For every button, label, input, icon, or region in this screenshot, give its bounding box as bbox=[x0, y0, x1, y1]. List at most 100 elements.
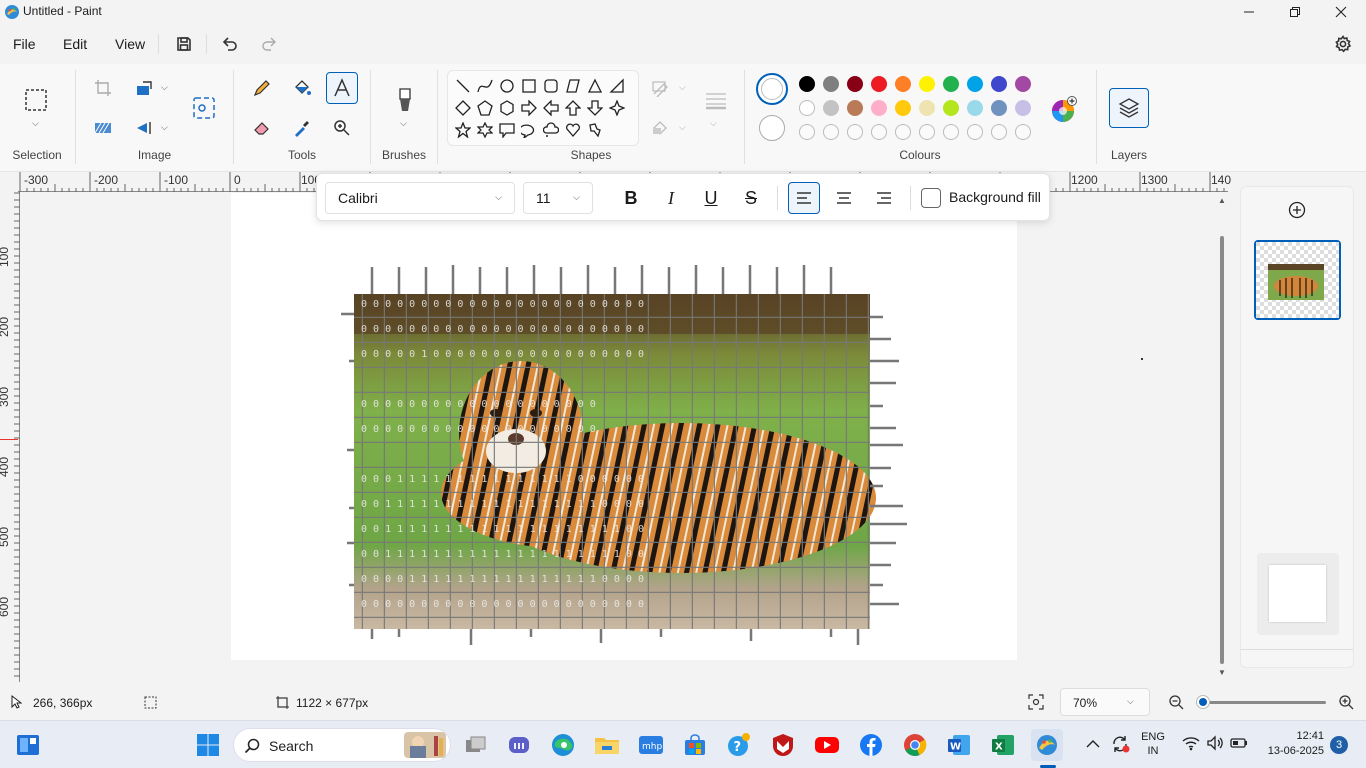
colour-swatch[interactable] bbox=[895, 76, 911, 92]
shape-rectangle[interactable] bbox=[518, 75, 540, 97]
colour-swatch[interactable] bbox=[847, 76, 863, 92]
add-layer-button[interactable] bbox=[1288, 201, 1306, 219]
redo-button[interactable] bbox=[256, 32, 282, 56]
colour-swatch[interactable] bbox=[991, 76, 1007, 92]
color-picker-button[interactable] bbox=[286, 112, 318, 144]
colour-swatch[interactable] bbox=[967, 76, 983, 92]
edit-colours-button[interactable] bbox=[1050, 96, 1078, 124]
shape-triangle[interactable] bbox=[584, 75, 606, 97]
facebook-button[interactable] bbox=[855, 729, 887, 761]
sync-status-button[interactable] bbox=[1110, 734, 1130, 754]
custom-colour-slot[interactable] bbox=[919, 124, 935, 140]
crop-button[interactable] bbox=[87, 72, 119, 104]
background-fill-checkbox[interactable] bbox=[921, 188, 941, 208]
shape-rect-callout[interactable] bbox=[496, 119, 518, 141]
word-button[interactable]: W bbox=[943, 729, 975, 761]
primary-colour-button[interactable] bbox=[756, 73, 788, 105]
scroll-down-icon[interactable]: ▼ bbox=[1218, 668, 1226, 677]
custom-colour-slot[interactable] bbox=[943, 124, 959, 140]
shape-down-arrow[interactable] bbox=[584, 97, 606, 119]
shape-pentagon[interactable] bbox=[474, 97, 496, 119]
edge-button[interactable] bbox=[547, 729, 579, 761]
volume-button[interactable] bbox=[1206, 735, 1224, 751]
shape-size-button[interactable] bbox=[700, 84, 732, 116]
select-all-button[interactable] bbox=[87, 112, 119, 144]
get-help-button[interactable]: ? bbox=[723, 729, 755, 761]
chrome-button[interactable] bbox=[899, 729, 931, 761]
secondary-colour-button[interactable] bbox=[759, 115, 785, 141]
scrollbar-thumb[interactable] bbox=[1220, 236, 1224, 664]
shape-lightning[interactable] bbox=[584, 119, 606, 141]
colour-swatch[interactable] bbox=[919, 100, 935, 116]
shape-diamond[interactable] bbox=[452, 97, 474, 119]
battery-button[interactable] bbox=[1230, 736, 1248, 750]
shape-four-point-star[interactable] bbox=[606, 97, 628, 119]
text-tool-button[interactable] bbox=[326, 72, 358, 104]
task-view-button[interactable] bbox=[460, 729, 492, 761]
file-explorer-button[interactable] bbox=[591, 729, 623, 761]
fill-button[interactable] bbox=[286, 72, 318, 104]
layer-thumbnail-2[interactable] bbox=[1257, 553, 1339, 635]
drawing-canvas[interactable]: 0 0 0 0 0 0 0 0 0 0 0 0 0 0 0 0 0 0 0 0 … bbox=[231, 193, 1143, 660]
clock[interactable]: 12:41 13-06-2025 bbox=[1258, 729, 1324, 759]
undo-button[interactable] bbox=[217, 32, 243, 56]
mcafee-button[interactable] bbox=[767, 729, 799, 761]
align-right-button[interactable] bbox=[868, 182, 900, 214]
custom-colour-slot[interactable] bbox=[823, 124, 839, 140]
colour-swatch[interactable] bbox=[943, 76, 959, 92]
colour-swatch[interactable] bbox=[967, 100, 983, 116]
chevron-down-icon[interactable]: ⌵ bbox=[161, 122, 168, 133]
zoom-dropdown[interactable]: 70% ⌵ bbox=[1060, 688, 1150, 716]
bold-button[interactable]: B bbox=[615, 182, 647, 214]
zoom-slider-track[interactable] bbox=[1196, 701, 1326, 704]
flip-button[interactable] bbox=[129, 112, 161, 144]
menu-file[interactable]: File bbox=[13, 36, 36, 52]
custom-colour-slot[interactable] bbox=[895, 124, 911, 140]
shape-oval-callout[interactable] bbox=[518, 119, 540, 141]
mobile-app-button[interactable]: mhp bbox=[635, 729, 667, 761]
shape-left-arrow[interactable] bbox=[540, 97, 562, 119]
colour-swatch[interactable] bbox=[799, 76, 815, 92]
align-center-button[interactable] bbox=[828, 182, 860, 214]
colour-swatch[interactable] bbox=[1015, 100, 1031, 116]
colour-swatch[interactable] bbox=[823, 100, 839, 116]
chevron-down-icon[interactable]: ⌵ bbox=[679, 82, 686, 93]
shape-right-arrow[interactable] bbox=[518, 97, 540, 119]
shape-up-arrow[interactable] bbox=[562, 97, 584, 119]
store-button[interactable] bbox=[679, 729, 711, 761]
font-size-dropdown[interactable]: 11 ⌵ bbox=[523, 182, 593, 214]
zoom-in-icon[interactable] bbox=[1338, 694, 1354, 710]
shape-hexagon[interactable] bbox=[496, 97, 518, 119]
custom-colour-slot[interactable] bbox=[1015, 124, 1031, 140]
menu-edit[interactable]: Edit bbox=[63, 36, 87, 52]
shape-fill-button[interactable] bbox=[645, 112, 677, 144]
zoom-slider-thumb[interactable] bbox=[1196, 696, 1209, 708]
custom-colour-slot[interactable] bbox=[991, 124, 1007, 140]
magnifier-button[interactable] bbox=[326, 112, 358, 144]
tiger-image[interactable]: 0 0 0 0 0 0 0 0 0 0 0 0 0 0 0 0 0 0 0 0 … bbox=[231, 193, 1017, 660]
shape-curve[interactable] bbox=[474, 75, 496, 97]
colour-swatch[interactable] bbox=[871, 76, 887, 92]
shape-polygon[interactable] bbox=[562, 75, 584, 97]
fit-to-window-icon[interactable] bbox=[1028, 694, 1044, 710]
colour-swatch[interactable] bbox=[847, 100, 863, 116]
language-indicator[interactable]: ENG IN bbox=[1138, 730, 1168, 758]
chevron-down-icon[interactable]: ⌵ bbox=[400, 118, 407, 129]
custom-colour-slot[interactable] bbox=[799, 124, 815, 140]
zoom-out-icon[interactable] bbox=[1168, 694, 1184, 710]
pencil-button[interactable] bbox=[246, 72, 278, 104]
widgets-button[interactable] bbox=[12, 729, 44, 761]
shape-right-triangle[interactable] bbox=[606, 75, 628, 97]
scroll-up-icon[interactable]: ▲ bbox=[1218, 196, 1226, 205]
shape-cloud-callout[interactable] bbox=[540, 119, 562, 141]
brushes-button[interactable] bbox=[389, 84, 421, 116]
shape-line[interactable] bbox=[452, 75, 474, 97]
eraser-button[interactable] bbox=[246, 112, 278, 144]
font-family-dropdown[interactable]: Calibri ⌵ bbox=[325, 182, 515, 214]
shape-five-point-star[interactable] bbox=[452, 119, 474, 141]
excel-button[interactable]: X bbox=[987, 729, 1019, 761]
colour-swatch[interactable] bbox=[943, 100, 959, 116]
underline-button[interactable]: U bbox=[695, 182, 727, 214]
teams-button[interactable] bbox=[503, 729, 535, 761]
save-button[interactable] bbox=[171, 32, 197, 56]
